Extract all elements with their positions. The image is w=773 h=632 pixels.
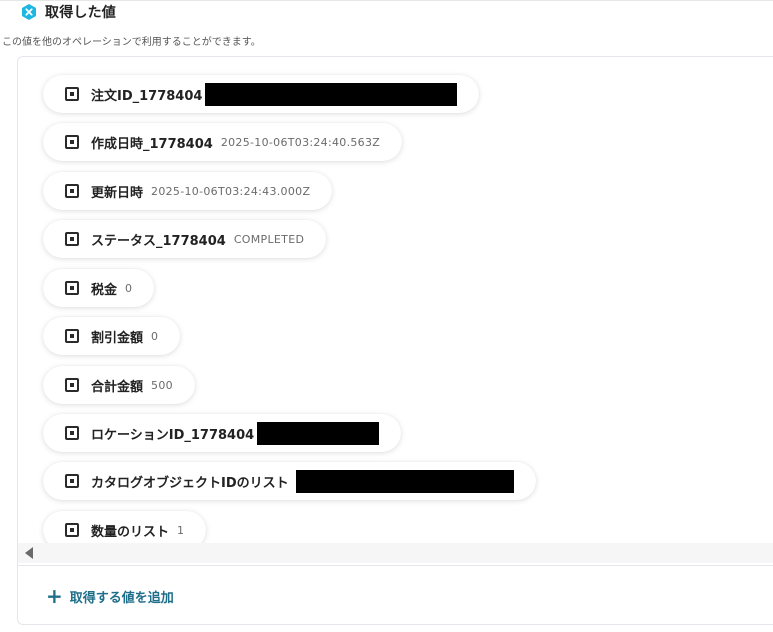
horizontal-scrollbar[interactable] [18, 543, 773, 563]
value-text: COMPLETED [233, 232, 305, 246]
retrieved-values-page: 取得した値 この値を他のオペレーションで利用することができます。 注文ID_17… [0, 0, 773, 632]
value-label: 税金 [91, 282, 118, 298]
value-text: 0 [125, 281, 133, 295]
variable-square-icon [65, 378, 79, 392]
value-chip-discount[interactable]: 割引金額 0 [43, 317, 181, 355]
value-label: カタログオブジェクトIDのリスト [91, 475, 289, 491]
variable-square-icon [65, 135, 79, 149]
add-value-label: 取得する値を追加 [69, 590, 174, 606]
value-label: 割引金額 [91, 330, 144, 346]
value-label: 作成日時_1778404 [91, 136, 213, 152]
variable-square-icon [65, 426, 79, 440]
redacted-value [295, 469, 514, 493]
value-chip-catalog-object-ids[interactable]: カタログオブジェクトIDのリスト [43, 462, 536, 500]
value-chip-location-id[interactable]: ロケーションID_1778404 [43, 414, 402, 452]
variable-square-icon [65, 474, 79, 488]
section-header: 取得した値 [20, 3, 116, 21]
value-chip-tax[interactable]: 税金 0 [43, 269, 155, 307]
value-label: 注文ID_1778404 [91, 88, 203, 104]
variable-square-icon [65, 184, 79, 198]
value-chip-updated-at[interactable]: 更新日時 2025-10-06T03:24:43.000Z [43, 172, 333, 210]
scroll-left-arrow-icon[interactable] [25, 547, 33, 559]
section-description: この値を他のオペレーションで利用することができます。 [2, 37, 261, 48]
variable-square-icon [65, 523, 79, 537]
redacted-value [205, 82, 458, 106]
variable-square-icon [65, 329, 79, 343]
value-chip-quantity-list[interactable]: 数量のリスト 1 [43, 511, 207, 543]
value-text: 1 [177, 523, 185, 537]
variable-square-icon [65, 87, 79, 101]
value-label: ステータス_1778404 [91, 233, 226, 249]
value-chip-status[interactable]: ステータス_1778404 COMPLETED [43, 220, 327, 258]
value-label: ロケーションID_1778404 [91, 427, 255, 443]
plus-icon: + [46, 584, 63, 608]
values-panel: 注文ID_1778404 作成日時_1778404 2025-10-06T03:… [17, 56, 773, 625]
x-hexagon-icon [22, 4, 36, 20]
variable-square-icon [65, 281, 79, 295]
add-value-button[interactable]: + 取得する値を追加 [46, 585, 174, 607]
value-text: 0 [151, 329, 159, 343]
redacted-value [257, 421, 380, 445]
top-divider [0, 0, 773, 1]
variable-square-icon [65, 232, 79, 246]
panel-divider [18, 565, 773, 566]
value-chip-order-id[interactable]: 注文ID_1778404 [43, 75, 480, 113]
value-label: 数量のリスト [91, 524, 170, 540]
value-label: 更新日時 [91, 185, 144, 201]
value-chip-total[interactable]: 合計金額 500 [43, 366, 195, 404]
value-label: 合計金額 [91, 379, 144, 395]
value-list[interactable]: 注文ID_1778404 作成日時_1778404 2025-10-06T03:… [18, 57, 773, 543]
section-title: 取得した値 [45, 5, 116, 21]
value-chip-created-at[interactable]: 作成日時_1778404 2025-10-06T03:24:40.563Z [43, 123, 403, 161]
value-text: 2025-10-06T03:24:40.563Z [220, 135, 381, 149]
value-text: 2025-10-06T03:24:43.000Z [151, 184, 311, 198]
value-text: 500 [151, 378, 173, 392]
